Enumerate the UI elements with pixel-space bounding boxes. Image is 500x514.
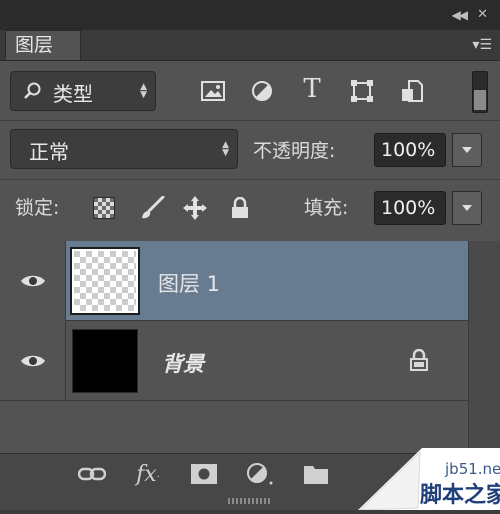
link-layers-icon[interactable] xyxy=(78,462,106,486)
lock-position-icon[interactable] xyxy=(181,194,209,222)
layer-name[interactable]: 图层 1 xyxy=(158,268,220,298)
blend-mode-value: 正常 xyxy=(29,140,69,164)
image-filter-icon[interactable] xyxy=(199,77,227,105)
double-chevron-left-icon[interactable]: ◀◀ xyxy=(452,8,469,22)
filter-kind-value: 类型 xyxy=(53,82,93,106)
filter-toggle-switch[interactable] xyxy=(472,71,488,113)
fill-label: 填充: xyxy=(304,197,349,219)
smart-object-filter-icon[interactable] xyxy=(398,77,426,105)
opacity-dropdown-button[interactable] xyxy=(452,133,482,167)
panel-tab-row: 图层 ▾☰ xyxy=(0,30,500,61)
tab-layers[interactable]: 图层 xyxy=(5,30,81,60)
eye-icon[interactable] xyxy=(0,321,66,401)
lock-all-icon[interactable] xyxy=(226,194,254,222)
layer-thumbnail xyxy=(70,247,140,315)
layer-row-background[interactable]: 背景 xyxy=(0,321,468,401)
filter-kind-select[interactable]: 类型 ▲ ▼ xyxy=(10,71,156,111)
layers-scrollbar[interactable] xyxy=(468,241,500,453)
layers-list: 图层 1 背景 xyxy=(0,241,468,453)
opacity-label: 不透明度: xyxy=(253,140,336,162)
lock-label: 锁定: xyxy=(15,197,60,219)
select-arrows-icon: ▲ ▼ xyxy=(222,140,229,158)
add-mask-icon[interactable] xyxy=(190,462,218,486)
blend-mode-select[interactable]: 正常 ▲ ▼ xyxy=(10,129,238,169)
layer-thumbnail xyxy=(72,329,138,393)
lock-image-pixels-icon[interactable] xyxy=(138,194,166,222)
close-icon[interactable]: ✕ xyxy=(477,7,488,22)
fill-dropdown-button[interactable] xyxy=(452,191,482,225)
new-group-icon[interactable] xyxy=(302,462,330,486)
divider xyxy=(0,179,500,180)
new-adjustment-icon[interactable] xyxy=(246,462,274,486)
type-filter-icon[interactable]: T xyxy=(298,74,326,104)
eye-icon[interactable] xyxy=(0,241,66,321)
watermark-logo: jb51.net 脚本之家 xyxy=(358,448,500,511)
adjustment-filter-icon[interactable] xyxy=(248,77,276,105)
panel-menu-icon[interactable]: ▾☰ xyxy=(472,37,492,53)
panel-title-strip: ◀◀ ✕ xyxy=(0,0,500,30)
layer-row-layer-1[interactable]: 图层 1 xyxy=(0,241,468,321)
lock-transparent-pixels-icon[interactable] xyxy=(90,194,118,222)
divider xyxy=(0,120,500,121)
fill-input[interactable]: 100% xyxy=(374,191,446,225)
fx-icon[interactable]: fx. xyxy=(134,462,162,487)
resize-grip[interactable] xyxy=(228,498,272,504)
select-arrows-icon: ▲ ▼ xyxy=(140,82,147,100)
search-icon xyxy=(23,81,43,105)
svg-text:脚本之家: 脚本之家 xyxy=(420,482,500,508)
opacity-input[interactable]: 100% xyxy=(374,133,446,167)
layer-lock-icon xyxy=(410,348,428,375)
shape-filter-icon[interactable] xyxy=(348,77,376,105)
layer-name[interactable]: 背景 xyxy=(162,348,204,378)
svg-text:jb51.net: jb51.net xyxy=(444,460,500,478)
